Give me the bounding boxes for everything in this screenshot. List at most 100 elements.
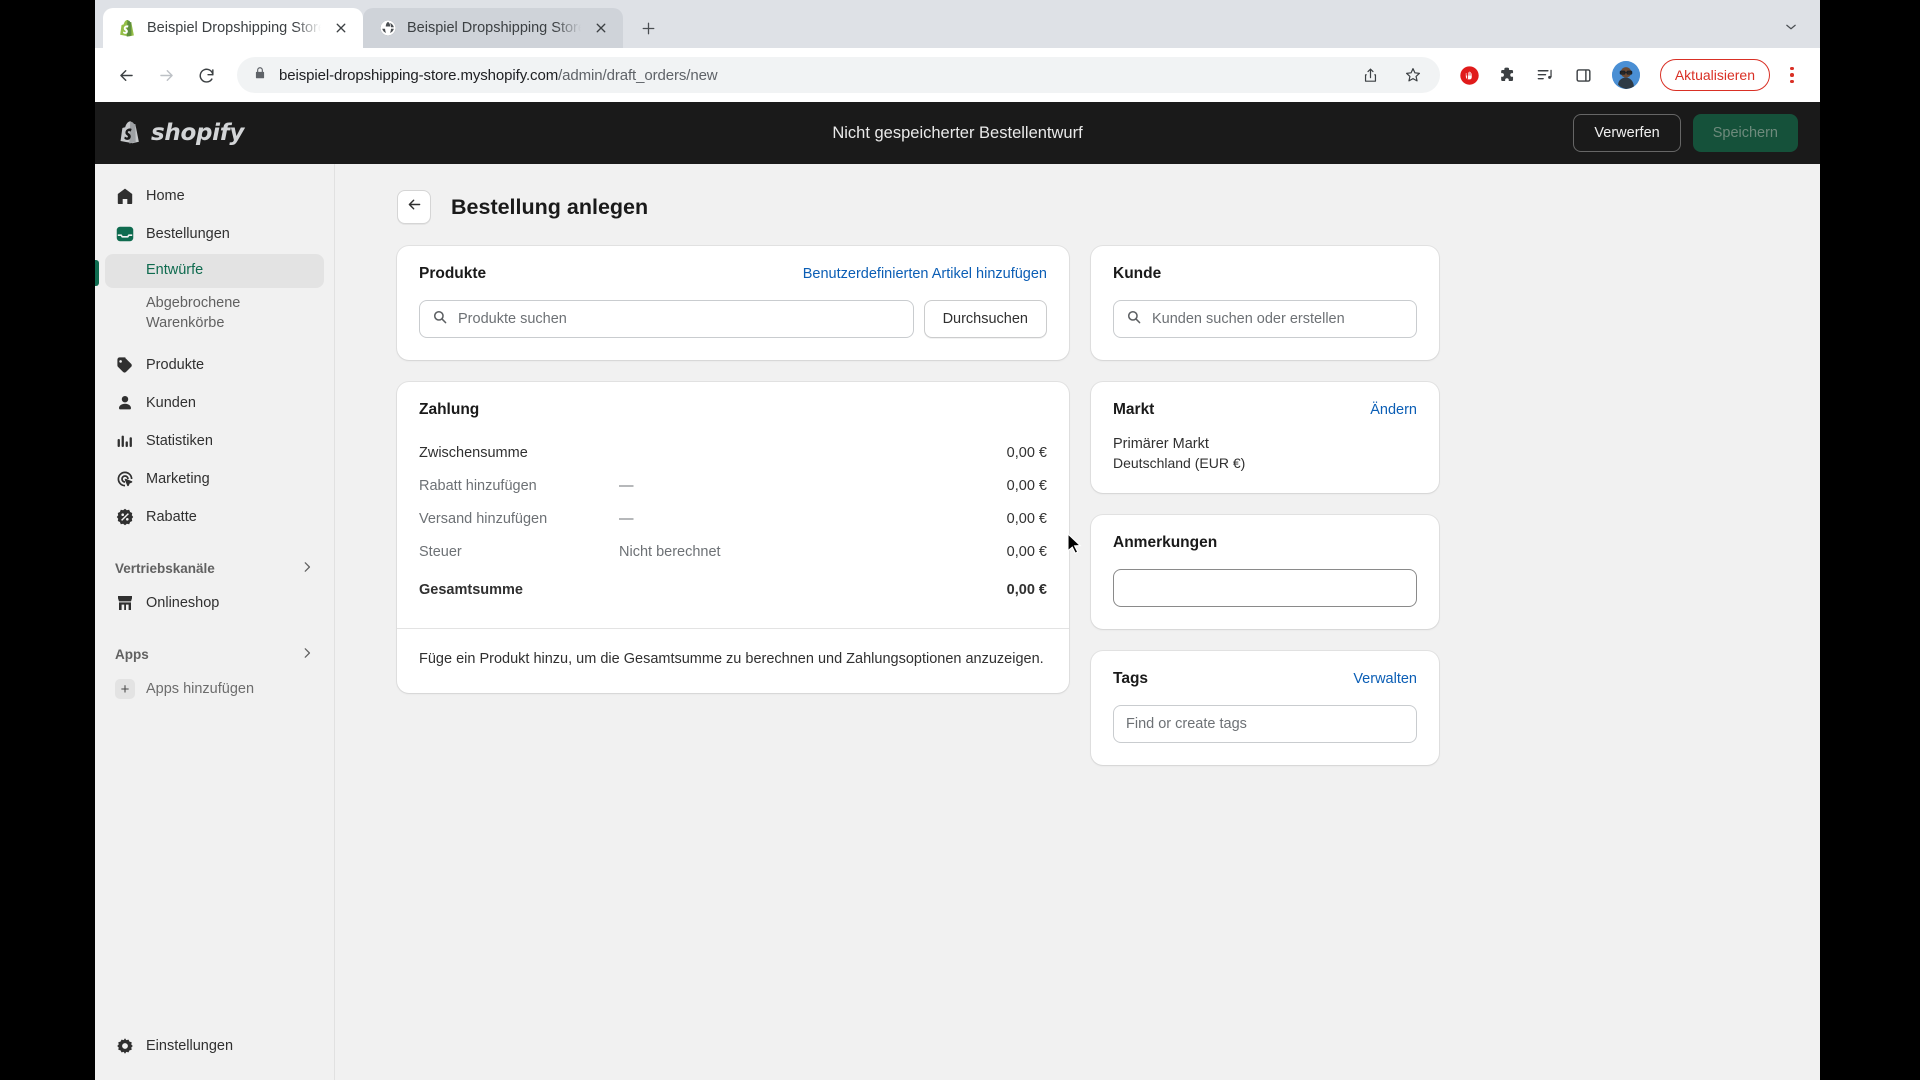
plus-icon: +: [115, 679, 135, 700]
shopify-logo[interactable]: shopify: [119, 120, 244, 147]
back-button[interactable]: [109, 58, 143, 92]
payment-card-header: Zahlung: [419, 401, 1047, 419]
payment-row-middle: —: [619, 510, 634, 527]
update-button[interactable]: Aktualisieren: [1659, 59, 1770, 91]
lock-icon: [253, 66, 267, 85]
sidebar-item-kunden[interactable]: Kunden: [105, 385, 324, 421]
sidebar-item-rabatte[interactable]: Rabatte: [105, 499, 324, 535]
payment-total-amount: 0,00 €: [1006, 581, 1047, 598]
content-columns: Produkte Benutzerdefinierten Artikel hin…: [335, 246, 1820, 787]
sidebar-item-produkte[interactable]: Produkte: [105, 347, 324, 383]
payment-row-subtotal: Zwischensumme 0,00 €: [419, 436, 1047, 469]
topbar-actions: Verwerfen Speichern: [1573, 114, 1798, 152]
save-button[interactable]: Speichern: [1692, 114, 1798, 152]
back-to-list-button[interactable]: [397, 190, 431, 224]
sidebar-item-entwuerfe[interactable]: Entwürfe: [105, 254, 324, 288]
browser-tab-title: Beispiel Dropshipping Store: [407, 20, 581, 36]
sidebar-item-apps-hinzufuegen[interactable]: + Apps hinzufügen: [105, 671, 324, 707]
sidebar-subitem-label: Abgebrochene Warenkörbe: [146, 295, 241, 331]
extensions-puzzle-icon[interactable]: [1492, 59, 1524, 91]
bookmark-star-icon[interactable]: [1398, 60, 1428, 90]
kebab-dot: [1790, 73, 1794, 77]
sidebar-item-bestellungen[interactable]: Bestellungen: [105, 216, 324, 252]
search-icon: [432, 309, 448, 330]
reload-button[interactable]: [189, 58, 223, 92]
browse-products-button[interactable]: Durchsuchen: [923, 300, 1047, 338]
kebab-dot: [1790, 79, 1794, 84]
add-custom-item-link[interactable]: Benutzerdefinierten Artikel hinzufügen: [803, 266, 1047, 282]
kebab-dot: [1790, 66, 1794, 71]
sidebar-item-label: Statistiken: [146, 433, 213, 450]
sidebar-item-marketing[interactable]: Marketing: [105, 461, 324, 497]
browser-window: Beispiel Dropshipping Store · E Beispiel…: [95, 0, 1820, 1080]
notes-card-body: Anmerkungen: [1091, 515, 1439, 629]
active-indicator: [95, 260, 99, 286]
sidebar-item-label: Onlineshop: [146, 595, 220, 612]
market-card-header: Markt Ändern: [1113, 401, 1417, 419]
media-playlist-icon[interactable]: [1530, 59, 1562, 91]
payment-card-body: Zahlung Zwischensumme 0,00 € Rabatt hinz…: [397, 382, 1069, 628]
browser-toolbar: beispiel-dropshipping-store.myshopify.co…: [95, 48, 1820, 102]
share-icon[interactable]: [1356, 60, 1386, 90]
discard-button[interactable]: Verwerfen: [1573, 114, 1681, 152]
sidebar-item-label: Home: [146, 188, 185, 204]
avatar[interactable]: [1611, 61, 1640, 89]
payment-card-note: Füge ein Produkt hinzu, um die Gesamtsum…: [397, 628, 1069, 693]
sidebar-section-vertriebskanaele[interactable]: Vertriebskanäle: [105, 551, 324, 585]
chevron-down-icon[interactable]: [1774, 10, 1808, 44]
payment-row-middle: —: [619, 477, 634, 494]
products-card-header: Produkte Benutzerdefinierten Artikel hin…: [419, 265, 1047, 283]
payment-row-middle: Nicht berechnet: [619, 543, 721, 560]
browser-tab-inactive[interactable]: Beispiel Dropshipping Store: [363, 8, 623, 48]
payment-row-shipping[interactable]: Versand hinzufügen — 0,00 €: [419, 502, 1047, 535]
sidebar-item-abgebrochene-warenkoerbe[interactable]: Abgebrochene Warenkörbe: [105, 290, 324, 337]
tags-input[interactable]: Find or create tags: [1113, 705, 1417, 743]
shopify-topbar: shopify Nicht gespeicherter Bestellentwu…: [95, 102, 1820, 164]
sidebar-item-home[interactable]: Home: [105, 178, 324, 214]
adblock-icon[interactable]: [1454, 59, 1486, 91]
tags-placeholder: Find or create tags: [1126, 716, 1247, 732]
customer-search-placeholder: Kunden suchen oder erstellen: [1152, 311, 1345, 327]
payment-row-label[interactable]: Versand hinzufügen: [419, 511, 619, 527]
search-icon: [1126, 309, 1142, 330]
market-change-link[interactable]: Ändern: [1370, 402, 1417, 418]
close-icon[interactable]: [331, 18, 351, 38]
sidebar-subitem-label: Entwürfe: [146, 262, 204, 279]
storefront-icon: [115, 593, 135, 613]
sidebar-item-statistiken[interactable]: Statistiken: [105, 423, 324, 459]
forward-button[interactable]: [149, 58, 183, 92]
sidebar-item-onlineshop[interactable]: Onlineshop: [105, 585, 324, 621]
chevron-right-icon[interactable]: [300, 646, 314, 663]
notes-input[interactable]: [1113, 569, 1417, 607]
tags-manage-link[interactable]: Verwalten: [1353, 671, 1417, 687]
page-title: Bestellung anlegen: [451, 194, 649, 219]
browser-tab-title: Beispiel Dropshipping Store · E: [147, 20, 321, 36]
address-bar[interactable]: beispiel-dropshipping-store.myshopify.co…: [237, 57, 1440, 93]
payment-row-amount: 0,00 €: [1006, 477, 1047, 494]
customer-card-body: Kunde Kunden suchen oder erstellen: [1091, 246, 1439, 360]
sidebar-item-einstellungen[interactable]: Einstellungen: [105, 1028, 324, 1064]
sidebar-section-apps[interactable]: Apps: [105, 637, 324, 671]
browser-menu-button[interactable]: [1778, 59, 1806, 91]
notes-card: Anmerkungen: [1091, 515, 1439, 629]
product-search-input[interactable]: Produkte suchen: [419, 300, 914, 338]
payment-row-discount[interactable]: Rabatt hinzufügen — 0,00 €: [419, 469, 1047, 502]
home-icon: [115, 186, 135, 206]
side-panel-icon[interactable]: [1568, 59, 1600, 91]
close-icon[interactable]: [591, 18, 611, 38]
chevron-right-icon[interactable]: [300, 560, 314, 577]
customer-search-input[interactable]: Kunden suchen oder erstellen: [1113, 300, 1417, 338]
app-body: Home Bestellungen Entwürfe Abgebrochene …: [95, 164, 1820, 1080]
new-tab-button[interactable]: [631, 11, 665, 45]
browser-tab-active[interactable]: Beispiel Dropshipping Store · E: [103, 8, 363, 48]
product-tag-icon: [115, 355, 135, 375]
gear-icon: [115, 1036, 135, 1056]
left-column: Produkte Benutzerdefinierten Artikel hin…: [397, 246, 1069, 787]
customer-person-icon: [115, 393, 135, 413]
payment-row-amount: 0,00 €: [1006, 543, 1047, 560]
payment-row-label[interactable]: Rabatt hinzufügen: [419, 478, 619, 494]
mouse-cursor: [1067, 532, 1083, 560]
payment-row-tax: Steuer Nicht berechnet 0,00 €: [419, 535, 1047, 568]
main-content: Bestellung anlegen Produkte Benutzerdefi…: [335, 164, 1820, 1080]
page-header: Bestellung anlegen: [335, 190, 1820, 246]
